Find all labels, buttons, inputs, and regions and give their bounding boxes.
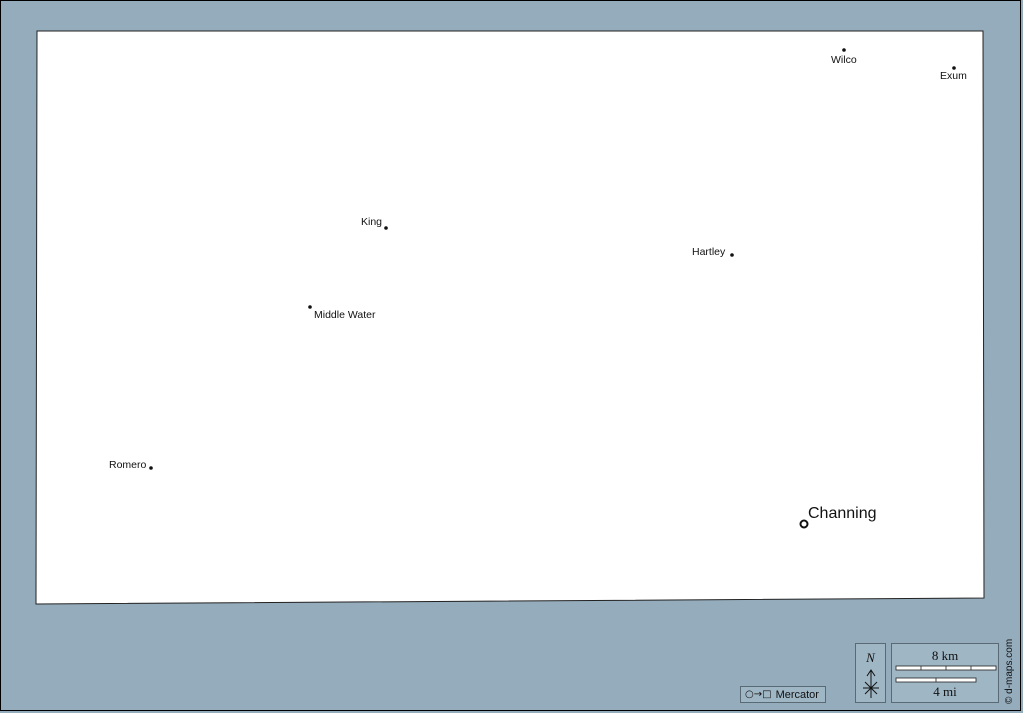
- scale-bar-box: 8 km 4 mi: [891, 643, 999, 703]
- compass-icon: [863, 669, 879, 698]
- place-romero: Romero: [109, 459, 153, 471]
- town-dot: [842, 48, 846, 52]
- town-dot: [308, 305, 312, 309]
- credit-text: © d-maps.com: [1004, 638, 1015, 704]
- town-dot: [384, 226, 388, 230]
- projection-symbol: ○→□: [745, 689, 772, 700]
- place-label-middle-water: Middle Water: [314, 309, 376, 321]
- place-label-wilco: Wilco: [831, 54, 857, 66]
- place-label-hartley: Hartley: [692, 246, 726, 258]
- town-dot: [149, 466, 153, 470]
- map-canvas: Wilco Exum King Hartley Middle Water Rom…: [35, 30, 985, 605]
- place-label-romero: Romero: [109, 459, 147, 471]
- place-label-king: King: [361, 216, 382, 228]
- county-seat-marker: [799, 519, 809, 529]
- town-dot: [730, 253, 734, 257]
- place-label-exum: Exum: [940, 70, 967, 82]
- projection-legend: ○→□ Mercator: [740, 686, 826, 703]
- place-label-channing: Channing: [808, 505, 877, 522]
- projection-label: Mercator: [775, 688, 819, 701]
- scale-mi-label: 4 mi: [933, 684, 957, 699]
- north-arrow-box: N: [855, 643, 886, 703]
